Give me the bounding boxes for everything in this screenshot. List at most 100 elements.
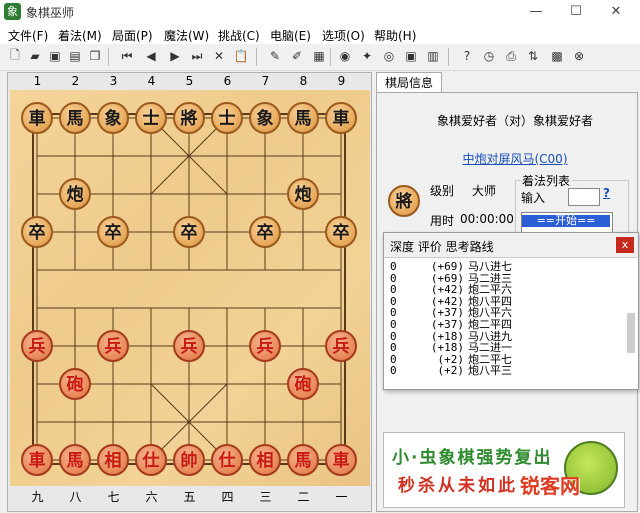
minimize-icon[interactable]: — [516, 2, 556, 22]
next-icon[interactable]: ▶ [166, 47, 184, 65]
copy-icon[interactable]: ❐ [86, 47, 104, 65]
stop-icon[interactable]: ⊗ [570, 47, 588, 65]
ad-line1: 小·虫象棋强势复出 [392, 448, 553, 468]
move-list-selected-item[interactable]: ==开始== [522, 215, 610, 227]
black-piece[interactable]: 卒 [173, 216, 205, 248]
stopwatch-icon[interactable]: ◷ [480, 47, 498, 65]
flip-icon[interactable]: ⇅ [524, 47, 542, 65]
red-piece[interactable]: 仕 [211, 444, 243, 476]
menu-moves[interactable]: 着法(M) [58, 27, 102, 44]
black-piece[interactable]: 士 [135, 102, 167, 134]
menu-position[interactable]: 局面(P) [112, 27, 153, 44]
file-label-bottom: 三 [259, 490, 272, 504]
file-label-top: 1 [33, 74, 42, 88]
black-piece[interactable]: 馬 [59, 102, 91, 134]
analysis-close-button[interactable]: x [616, 237, 634, 253]
black-piece[interactable]: 卒 [249, 216, 281, 248]
file-label-top: 9 [337, 74, 346, 88]
menu-bar: 文件(F) 着法(M) 局面(P) 魔法(W) 挑战(C) 电脑(E) 选项(O… [0, 24, 640, 44]
red-piece[interactable]: 馬 [287, 444, 319, 476]
file-label-bottom: 六 [145, 490, 158, 504]
red-piece[interactable]: 砲 [287, 368, 319, 400]
move-input[interactable] [568, 188, 600, 206]
red-piece[interactable]: 兵 [249, 330, 281, 362]
help-link[interactable]: ? [603, 186, 610, 200]
watermark: 锐客网 [520, 474, 580, 498]
first-icon[interactable]: ⏮ [118, 47, 136, 65]
black-piece[interactable]: 車 [325, 102, 357, 134]
image-icon[interactable]: ▩ [548, 47, 566, 65]
ad-banner[interactable]: 小·虫象棋强势复出 秒杀从未如此 [383, 432, 625, 508]
red-piece[interactable]: 兵 [173, 330, 205, 362]
black-piece[interactable]: 炮 [287, 178, 319, 210]
menu-magic[interactable]: 魔法(W) [164, 27, 209, 44]
red-piece[interactable]: 帥 [173, 444, 205, 476]
brush-icon[interactable]: ✐ [288, 47, 306, 65]
delete-icon[interactable]: ✕ [210, 47, 228, 65]
book-icon[interactable]: ▤ [66, 47, 84, 65]
menu-options[interactable]: 选项(O) [322, 27, 365, 44]
eye-icon[interactable]: ◎ [380, 47, 398, 65]
toolbar: 🗋 ▰ ▣ ▤ ❐ ⏮ ◀ ▶ ⏭ ✕ 📋 ✎ ✐ ▦ ◉ ✦ ◎ ▣ ▥ ? … [0, 44, 640, 71]
red-piece[interactable]: 砲 [59, 368, 91, 400]
move-list[interactable]: ==开始== [521, 212, 613, 234]
xiangqi-board[interactable] [10, 90, 370, 486]
file-label-bottom: 九 [31, 490, 44, 504]
analysis-line: 0 (+2) 炮八平三 [390, 365, 620, 377]
floppy-icon[interactable]: ▣ [402, 47, 420, 65]
red-piece[interactable]: 車 [325, 444, 357, 476]
black-piece[interactable]: 象 [249, 102, 281, 134]
new-icon[interactable]: 🗋 [6, 47, 24, 65]
paint-icon[interactable]: ✦ [358, 47, 376, 65]
black-piece[interactable]: 馬 [287, 102, 319, 134]
analysis-scrollbar[interactable] [627, 313, 635, 353]
print-icon[interactable]: ⎙ [502, 47, 520, 65]
menu-challenge[interactable]: 挑战(C) [218, 27, 260, 44]
black-piece[interactable]: 象 [97, 102, 129, 134]
red-piece[interactable]: 仕 [135, 444, 167, 476]
ad-line2: 秒杀从未如此 [398, 476, 518, 496]
black-piece[interactable]: 士 [211, 102, 243, 134]
players-text: 象棋爱好者（对）象棋爱好者 [436, 114, 593, 128]
menu-file[interactable]: 文件(F) [8, 27, 48, 44]
analysis-move: 炮二平四 [468, 317, 512, 331]
black-piece[interactable]: 卒 [325, 216, 357, 248]
red-piece[interactable]: 相 [97, 444, 129, 476]
black-piece[interactable]: 車 [21, 102, 53, 134]
file-label-top: 4 [147, 74, 156, 88]
red-piece[interactable]: 相 [249, 444, 281, 476]
doc-icon[interactable]: ▦ [310, 47, 328, 65]
menu-help[interactable]: 帮助(H) [374, 27, 416, 44]
level-label: 级别 [430, 184, 455, 198]
open-icon[interactable]: ▰ [26, 47, 44, 65]
opening-link[interactable]: 中炮对屏风马(C00) [400, 150, 630, 167]
tab-game-info[interactable]: 棋局信息 [376, 72, 442, 93]
input-label: 输入 [521, 191, 546, 205]
red-piece[interactable]: 兵 [21, 330, 53, 362]
edit-icon[interactable]: ✎ [266, 47, 284, 65]
black-piece[interactable]: 炮 [59, 178, 91, 210]
analysis-lines: 0 (+69) 马八进七 0 (+69) 马二进三 0 (+42) 炮二平六 0 (+42) 炮八平四… [390, 261, 620, 377]
black-piece[interactable]: 將 [173, 102, 205, 134]
menu-computer[interactable]: 电脑(E) [270, 27, 311, 44]
analysis-move: 炮八平三 [468, 364, 512, 378]
clipboard-icon[interactable]: ▥ [424, 47, 442, 65]
red-piece[interactable]: 車 [21, 444, 53, 476]
red-piece[interactable]: 馬 [59, 444, 91, 476]
file-label-bottom: 二 [297, 490, 310, 504]
maximize-icon[interactable]: ☐ [556, 2, 596, 22]
level-value: 大师 [472, 184, 497, 198]
black-piece[interactable]: 卒 [97, 216, 129, 248]
last-icon[interactable]: ⏭ [188, 47, 206, 65]
file-label-top: 3 [109, 74, 118, 88]
red-piece[interactable]: 兵 [325, 330, 357, 362]
hint-icon[interactable]: ? [458, 47, 476, 65]
black-piece[interactable]: 卒 [21, 216, 53, 248]
red-piece[interactable]: 兵 [97, 330, 129, 362]
file-label-top: 2 [71, 74, 80, 88]
save-icon[interactable]: ▣ [46, 47, 64, 65]
paste-icon[interactable]: 📋 [232, 47, 250, 65]
prev-icon[interactable]: ◀ [142, 47, 160, 65]
close-icon[interactable]: ✕ [596, 2, 636, 22]
palette-icon[interactable]: ◉ [336, 47, 354, 65]
